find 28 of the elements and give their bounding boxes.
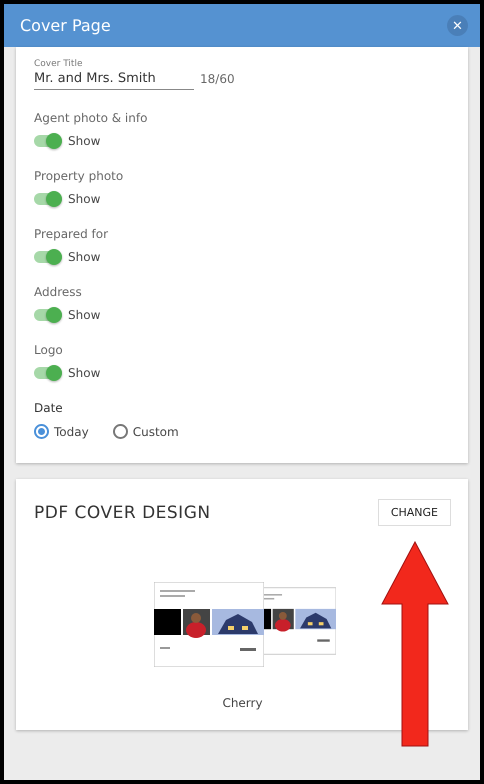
date-label: Date [34, 401, 64, 415]
radio-button[interactable] [34, 424, 49, 439]
toggle-switch[interactable] [34, 367, 62, 379]
toggle-label: Property photo [34, 169, 124, 183]
toggle-text: Show [68, 308, 100, 322]
section-heading: PDF COVER DESIGN [34, 502, 211, 522]
toggle-label: Logo [34, 343, 64, 357]
field-label: Cover Title [34, 59, 84, 69]
window-title: Cover Page [20, 16, 111, 35]
radio-label: Today [54, 424, 89, 438]
toggle-switch[interactable] [34, 251, 62, 263]
toggle-text: Show [68, 134, 100, 148]
toggle-label: Prepared for [34, 227, 110, 241]
toggle-text: Show [68, 366, 100, 380]
toggle-text: Show [68, 192, 100, 206]
toggle-switch[interactable] [34, 193, 62, 205]
change-button[interactable]: CHANGE [378, 499, 451, 526]
toggle-switch[interactable] [34, 135, 62, 147]
cover-title-field[interactable]: Mr. and Mrs. Smith [34, 69, 194, 90]
close-button[interactable]: × [447, 15, 468, 36]
toggle-text: Show [68, 250, 100, 264]
radio-button[interactable] [112, 424, 128, 439]
radio-label: Custom [132, 424, 179, 438]
toggle-label: Address [34, 285, 83, 299]
toggle-label: Agent photo & info [34, 111, 148, 125]
toggle-switch[interactable] [34, 309, 62, 321]
character-counter: 18/60 [200, 72, 235, 88]
design-name: Cherry [221, 696, 264, 710]
